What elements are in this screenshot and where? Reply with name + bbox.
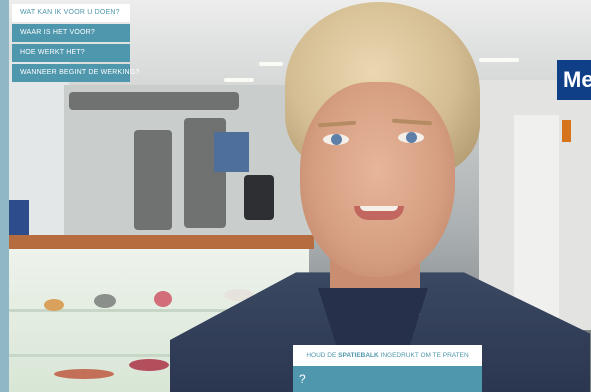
box (9, 200, 29, 235)
app-frame: Me WAT KAN IK VOOR U DOEN? WAAR IS HET V… (0, 0, 591, 392)
robot-column (134, 130, 172, 230)
avatar-face (300, 82, 455, 277)
hint-suffix: INGEDRUKT OM TE PRATEN (380, 352, 469, 359)
speech-transcript: ? (293, 366, 482, 392)
monitor (244, 175, 274, 220)
avatar-eye (398, 132, 424, 143)
menu-item-hoe-werkt-het[interactable]: HOE WERKT HET? (12, 44, 130, 62)
robot-arm (69, 92, 239, 110)
avatar-eye (323, 134, 349, 145)
orange-sign (562, 120, 571, 142)
hint-prefix: HOUD DE (306, 352, 337, 359)
menu-item-waar-is-het-voor[interactable]: WAAR IS HET VOOR? (12, 24, 130, 42)
counter-top (9, 235, 314, 249)
question-menu: WAT KAN IK VOOR U DOEN? WAAR IS HET VOOR… (12, 4, 139, 84)
avatar-teeth (360, 206, 398, 211)
push-to-talk-hint: HOUD DE SPATIEBALK INGEDRUKT OM TE PRATE… (293, 345, 482, 366)
blue-shelf (214, 132, 249, 172)
store-sign: Me (557, 60, 591, 100)
hint-key: SPATIEBALK (338, 352, 379, 359)
push-to-talk-panel: HOUD DE SPATIEBALK INGEDRUKT OM TE PRATE… (293, 345, 482, 392)
menu-header: WAT KAN IK VOOR U DOEN? (12, 4, 130, 22)
menu-item-wanneer-begint[interactable]: WANNEER BEGINT DE WERKING? (12, 64, 139, 82)
